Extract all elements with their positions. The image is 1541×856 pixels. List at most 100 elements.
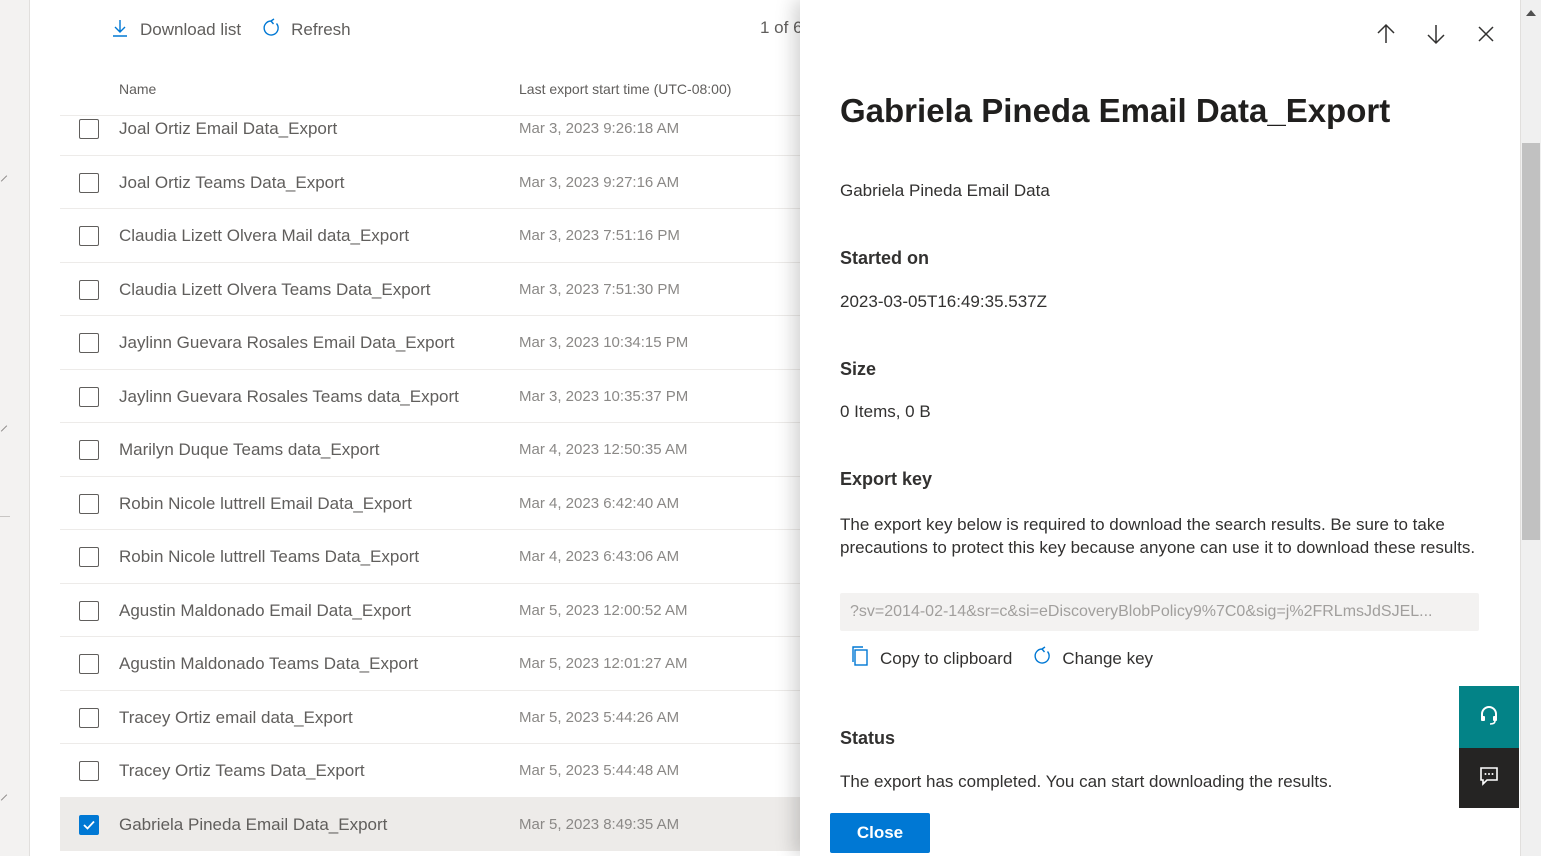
table-row[interactable]: Jaylinn Guevara Rosales Email Data_Expor… [60,316,800,370]
refresh-icon [261,17,281,43]
row-export-time: Mar 5, 2023 5:44:48 AM [519,762,680,779]
rail-divider [0,516,10,517]
table-row[interactable]: Robin Nicole luttrell Teams Data_Export M… [60,530,800,584]
table-row[interactable]: Robin Nicole luttrell Email Data_Export M… [60,477,800,530]
table-row[interactable]: Joal Ortiz Teams Data_Export Mar 3, 2023 … [60,156,800,209]
pager-count: 1 of 6 [760,18,803,37]
download-icon [110,18,130,43]
row-checkbox[interactable] [79,333,99,353]
refresh-icon [1032,645,1052,672]
table-row[interactable]: Claudia Lizett Olvera Mail data_Export Ma… [60,209,800,263]
row-checkbox[interactable] [79,386,99,407]
row-checkbox[interactable] [79,814,99,835]
close-icon[interactable] [1472,20,1500,48]
row-export-name[interactable]: Jaylinn Guevara Rosales Email Data_Expor… [119,333,454,353]
row-checkbox[interactable] [79,707,99,728]
row-export-name[interactable]: Agustin Maldonado Teams Data_Export [119,654,418,674]
table-row[interactable]: Jaylinn Guevara Rosales Teams data_Expor… [60,370,800,423]
row-export-name[interactable]: Claudia Lizett Olvera Teams Data_Export [119,280,431,300]
table-row[interactable]: Marilyn Duque Teams data_Export Mar 4, 20… [60,423,800,477]
rail-mark [0,794,8,801]
copy-to-clipboard-button[interactable]: Copy to clipboard [850,645,1012,672]
row-checkbox[interactable] [79,440,99,460]
panel-title: Gabriela Pineda Email Data_Export [840,92,1391,129]
row-export-time: Mar 4, 2023 12:50:35 AM [519,441,688,458]
refresh-label: Refresh [291,20,351,39]
row-export-name[interactable]: Joal Ortiz Teams Data_Export [119,173,345,193]
column-header-last-export[interactable]: Last export start time (UTC-08:00) [519,81,731,97]
table-row[interactable]: Agustin Maldonado Teams Data_Export Mar 5… [60,637,800,691]
row-checkbox[interactable] [79,761,99,781]
row-checkbox[interactable] [79,600,99,621]
row-checkbox[interactable] [79,493,99,514]
row-export-time: Mar 5, 2023 8:49:35 AM [519,815,680,833]
row-export-name[interactable]: Tracey Ortiz email data_Export [119,708,353,728]
list-toolbar: Download list Refresh [110,14,351,46]
row-export-time: Mar 3, 2023 9:26:18 AM [519,120,680,137]
feedback-icon [1478,765,1500,792]
started-on-value: 2023-03-05T16:49:35.537Z [840,292,1047,311]
arrow-down-icon[interactable] [1422,20,1450,48]
export-key-field[interactable]: ?sv=2014-02-14&sr=c&si=eDiscoveryBlobPol… [840,593,1479,631]
close-button[interactable]: Close [830,813,930,853]
row-export-name[interactable]: Tracey Ortiz Teams Data_Export [119,761,365,781]
row-export-time: Mar 3, 2023 7:51:30 PM [519,280,680,298]
copy-to-clipboard-label: Copy to clipboard [880,648,1013,668]
row-checkbox[interactable] [79,654,99,674]
help-button[interactable] [1459,686,1519,748]
row-export-name[interactable]: Claudia Lizett Olvera Mail data_Export [119,226,409,246]
headset-icon [1478,704,1500,731]
scroll-up-arrow-icon[interactable] [1526,10,1536,16]
download-list-label: Download list [140,20,242,39]
copy-icon [850,645,870,672]
row-export-time: Mar 4, 2023 6:43:06 AM [519,548,680,565]
table-row[interactable]: Tracey Ortiz Teams Data_Export Mar 5, 202… [60,744,800,798]
row-export-time: Mar 3, 2023 7:51:16 PM [519,227,680,244]
size-label: Size [840,359,877,379]
row-export-time: Mar 3, 2023 10:34:15 PM [519,334,689,351]
download-list-button[interactable]: Download list [110,18,241,43]
export-key-note: The export key below is required to down… [840,515,1476,557]
left-nav-rail [0,0,30,856]
status-value: The export has completed. You can start … [840,772,1333,791]
row-export-name[interactable]: Agustin Maldonado Email Data_Export [119,601,411,621]
row-export-name[interactable]: Joal Ortiz Email Data_Export [119,119,337,139]
arrow-up-icon[interactable] [1372,20,1400,48]
row-checkbox[interactable] [79,119,99,139]
export-details-panel: Gabriela Pineda Email Data_Export Gabrie… [800,0,1520,856]
change-key-button[interactable]: Change key [1032,645,1153,672]
row-export-name[interactable]: Marilyn Duque Teams data_Export [119,440,380,460]
refresh-button[interactable]: Refresh [261,17,351,43]
table-row[interactable]: Joal Ortiz Email Data_Export Mar 3, 2023 … [60,102,800,156]
row-checkbox[interactable] [79,279,99,300]
checkmark-icon [83,820,95,830]
scrollbar-thumb[interactable] [1522,143,1540,540]
rail-mark [0,425,8,432]
panel-scrollbar[interactable] [1520,0,1541,856]
row-checkbox[interactable] [79,172,99,193]
row-export-time: Mar 5, 2023 5:44:26 AM [519,708,680,726]
started-on-label: Started on [840,248,930,268]
feedback-button[interactable] [1459,748,1519,808]
row-export-time: Mar 4, 2023 6:42:40 AM [519,494,680,512]
row-export-time: Mar 5, 2023 12:00:52 AM [519,601,688,619]
status-label: Status [840,728,896,748]
row-checkbox[interactable] [79,547,99,567]
row-export-time: Mar 5, 2023 12:01:27 AM [519,655,688,672]
row-export-time: Mar 3, 2023 9:27:16 AM [519,173,680,191]
row-checkbox[interactable] [79,226,99,246]
table-row[interactable]: Claudia Lizett Olvera Teams Data_Export M… [60,263,800,316]
row-export-name[interactable]: Jaylinn Guevara Rosales Teams data_Expor… [119,387,459,407]
size-value: 0 Items, 0 B [840,402,931,421]
table-row[interactable]: Gabriela Pineda Email Data_Export Mar 5, … [60,797,800,851]
row-export-name[interactable]: Gabriela Pineda Email Data_Export [119,815,387,835]
export-table-body: Joal Ortiz Email Data_Export Mar 3, 2023 … [60,102,800,851]
table-row[interactable]: Tracey Ortiz email data_Export Mar 5, 202… [60,691,800,744]
row-export-name[interactable]: Robin Nicole luttrell Email Data_Export [119,494,412,514]
column-header-name[interactable]: Name [119,81,156,97]
change-key-label: Change key [1062,648,1154,668]
row-export-name[interactable]: Robin Nicole luttrell Teams Data_Export [119,547,419,567]
export-key-label: Export key [840,469,933,489]
export-key-actions: Copy to clipboard Change key [850,645,1153,672]
table-row[interactable]: Agustin Maldonado Email Data_Export Mar 5… [60,584,800,637]
